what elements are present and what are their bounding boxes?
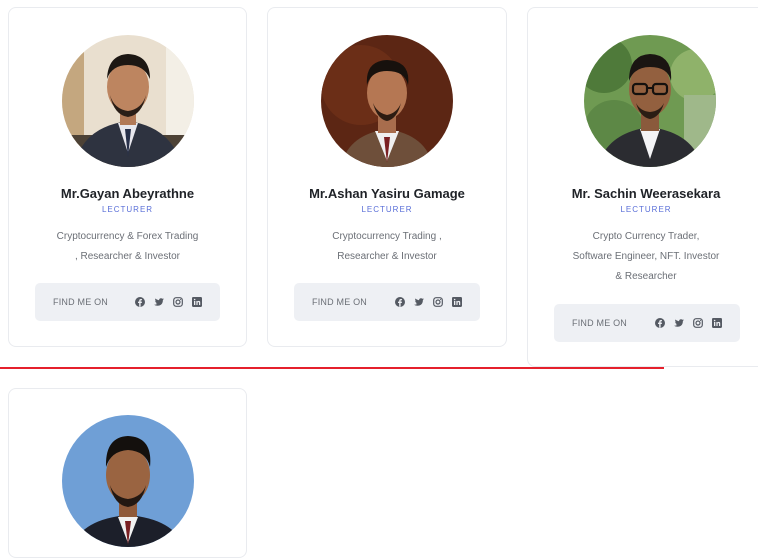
section-divider: [0, 367, 664, 369]
member-name: Mr. Sachin Weerasekara: [571, 186, 721, 201]
linkedin-icon[interactable]: [192, 297, 202, 307]
facebook-icon[interactable]: [135, 297, 145, 307]
team-card-ashan: Mr.Ashan Yasiru Gamage LECTURER Cryptocu…: [267, 7, 507, 347]
twitter-icon[interactable]: [414, 297, 424, 307]
member-name: Mr.Ashan Yasiru Gamage: [309, 186, 465, 201]
facebook-icon[interactable]: [655, 318, 665, 328]
portrait-photo: [321, 35, 453, 167]
twitter-icon[interactable]: [154, 297, 164, 307]
find-me-label: FIND ME ON: [572, 318, 627, 328]
twitter-icon[interactable]: [674, 318, 684, 328]
member-role: LECTURER: [620, 205, 672, 214]
description-line: Cryptocurrency & Forex Trading: [56, 231, 199, 242]
team-card-gayan: Mr.Gayan Abeyrathne LECTURER Cryptocurre…: [8, 7, 247, 347]
linkedin-icon[interactable]: [452, 297, 462, 307]
member-description: Cryptocurrency Trading , Researcher & In…: [282, 227, 492, 267]
social-links: FIND ME ON: [554, 304, 740, 342]
facebook-icon[interactable]: [395, 297, 405, 307]
social-icons: [395, 297, 462, 307]
description-line: Researcher & Investor: [337, 251, 437, 262]
description-line: & Researcher: [615, 271, 677, 282]
avatar: [584, 35, 716, 167]
description-line: Cryptocurrency Trading ,: [332, 231, 442, 242]
linkedin-icon[interactable]: [712, 318, 722, 328]
description-line: Crypto Currency Trader,: [592, 231, 700, 242]
portrait-photo: [61, 35, 194, 167]
social-icons: [655, 318, 722, 328]
social-icons: [135, 297, 202, 307]
member-description: Cryptocurrency & Forex Trading , Researc…: [23, 227, 232, 267]
find-me-label: FIND ME ON: [312, 297, 367, 307]
instagram-icon[interactable]: [173, 297, 183, 307]
portrait-photo: [61, 415, 194, 547]
member-role: LECTURER: [101, 205, 154, 214]
avatar: [61, 415, 194, 547]
team-card-fourth: [8, 388, 247, 558]
instagram-icon[interactable]: [433, 297, 443, 307]
member-description: Crypto Currency Trader, Software Enginee…: [536, 227, 756, 287]
description-line: Software Engineer, NFT. Investor: [572, 251, 720, 262]
social-links: FIND ME ON: [35, 283, 220, 321]
social-links: FIND ME ON: [294, 283, 480, 321]
avatar: [61, 35, 194, 167]
team-card-sachin: Mr. Sachin Weerasekara LECTURER Crypto C…: [527, 7, 758, 367]
avatar: [321, 35, 453, 167]
find-me-label: FIND ME ON: [53, 297, 108, 307]
member-name: Mr.Gayan Abeyrathne: [60, 186, 195, 201]
description-line: , Researcher & Investor: [74, 251, 181, 262]
member-role: LECTURER: [361, 205, 413, 214]
portrait-photo: [584, 35, 716, 167]
instagram-icon[interactable]: [693, 318, 703, 328]
